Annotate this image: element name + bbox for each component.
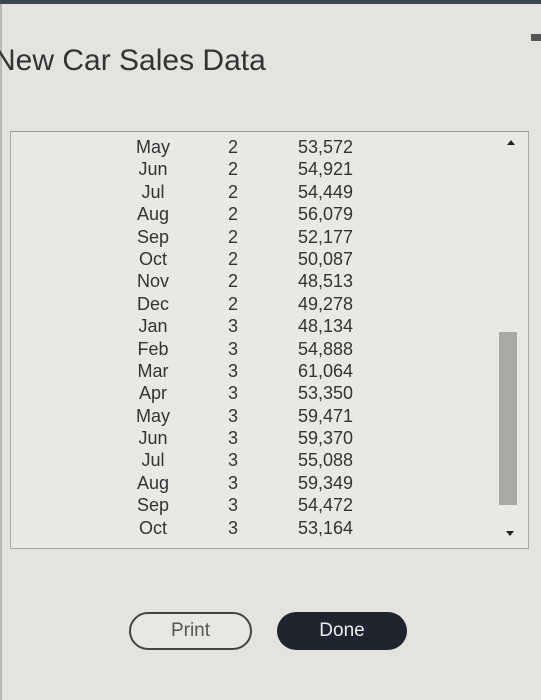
sales-cell: 54,449 (297, 181, 353, 202)
month-cell: Jun (138, 428, 168, 449)
year-cell: 3 (227, 316, 238, 337)
table-row: Apr 3 53,350 (11, 383, 491, 405)
sales-cell: 48,513 (297, 271, 353, 292)
scroll-down-arrow-icon[interactable] (506, 531, 514, 536)
year-cell: 2 (227, 293, 238, 314)
sales-cell: 54,888 (297, 338, 353, 359)
month-cell: Mar (137, 360, 169, 381)
table-row: Aug 3 59,349 (11, 473, 491, 495)
table-row: Feb 3 54,888 (11, 339, 491, 361)
year-cell: 3 (227, 472, 238, 493)
sales-cell: 53,350 (297, 383, 353, 404)
sales-cell: 54,472 (297, 495, 353, 516)
year-cell: 3 (227, 517, 238, 538)
year-cell: 3 (227, 405, 238, 426)
year-cell: 2 (227, 271, 238, 292)
table-row: Aug 2 56,079 (11, 204, 491, 226)
year-cell: 2 (227, 226, 238, 247)
table-row: Oct 2 50,087 (11, 249, 491, 271)
month-cell: May (135, 405, 170, 426)
month-cell: Nov (136, 271, 169, 292)
year-cell: 3 (227, 338, 238, 359)
sales-cell: 52,177 (297, 226, 353, 247)
month-cell: May (135, 137, 170, 157)
sales-cell: 53,572 (297, 137, 353, 157)
table-row: Dec 2 49,278 (11, 294, 491, 316)
table-row: Nov 2 48,513 (11, 271, 491, 293)
done-button[interactable]: Done (277, 612, 407, 650)
sales-cell: 59,349 (297, 472, 353, 493)
month-cell: Jan (138, 316, 168, 337)
month-cell: Sep (136, 495, 170, 516)
table-scrollbar[interactable] (499, 132, 524, 548)
table-rows: May 2 53,572 Jun 2 54,921 Jul 2 54,449 Aug 2 56,079… (11, 137, 491, 540)
sales-cell: 55,088 (297, 450, 353, 471)
minimize-icon[interactable] (531, 34, 541, 41)
month-cell: Sep (136, 226, 170, 247)
sales-cell: 61,064 (297, 360, 353, 381)
table-row: Jan 3 48,134 (11, 316, 491, 338)
year-cell: 2 (227, 137, 238, 157)
print-button[interactable]: Print (129, 612, 252, 650)
month-cell: Dec (136, 293, 169, 314)
table-row: Jun 3 59,370 (11, 428, 491, 450)
month-cell: Aug (136, 472, 170, 493)
window-top-edge (0, 0, 541, 4)
table-row: Oct 3 53,164 (11, 518, 491, 540)
sales-cell: 59,471 (297, 405, 353, 426)
table-row: May 3 59,471 (11, 406, 491, 428)
sales-cell: 53,164 (297, 517, 353, 538)
year-cell: 2 (227, 181, 238, 202)
table-row: Jun 2 54,921 (11, 159, 491, 181)
year-cell: 3 (227, 428, 238, 449)
month-cell: Oct (138, 517, 167, 538)
window-left-edge (0, 4, 2, 700)
sales-cell: 54,921 (297, 159, 353, 180)
year-cell: 2 (227, 248, 238, 269)
scroll-thumb[interactable] (499, 332, 517, 505)
sales-cell: 48,134 (297, 316, 353, 337)
year-cell: 3 (227, 495, 238, 516)
table-row: Sep 3 54,472 (11, 495, 491, 517)
sales-data-table: May 2 53,572 Jun 2 54,921 Jul 2 54,449 Aug 2 56,079… (10, 131, 529, 549)
year-cell: 3 (227, 383, 238, 404)
month-cell: Apr (138, 383, 167, 404)
month-cell: Feb (137, 338, 169, 359)
year-cell: 3 (227, 450, 238, 471)
year-cell: 3 (227, 360, 238, 381)
sales-cell: 56,079 (297, 204, 353, 225)
month-cell: Aug (136, 204, 170, 225)
month-cell: Jun (138, 159, 168, 180)
month-cell: Jul (141, 181, 165, 202)
sales-cell: 50,087 (297, 248, 353, 269)
month-cell: Jul (141, 450, 165, 471)
table-row: Jul 3 55,088 (11, 450, 491, 472)
year-cell: 2 (227, 159, 238, 180)
dialog-title: New Car Sales Data (0, 44, 266, 77)
year-cell: 2 (227, 204, 238, 225)
table-row: Mar 3 61,064 (11, 361, 491, 383)
scroll-up-arrow-icon[interactable] (507, 140, 515, 145)
sales-cell: 49,278 (297, 293, 353, 314)
table-row: May 2 53,572 (11, 137, 491, 159)
sales-cell: 59,370 (297, 428, 353, 449)
table-row: Jul 2 54,449 (11, 182, 491, 204)
table-row: Sep 2 52,177 (11, 227, 491, 249)
month-cell: Oct (138, 248, 167, 269)
